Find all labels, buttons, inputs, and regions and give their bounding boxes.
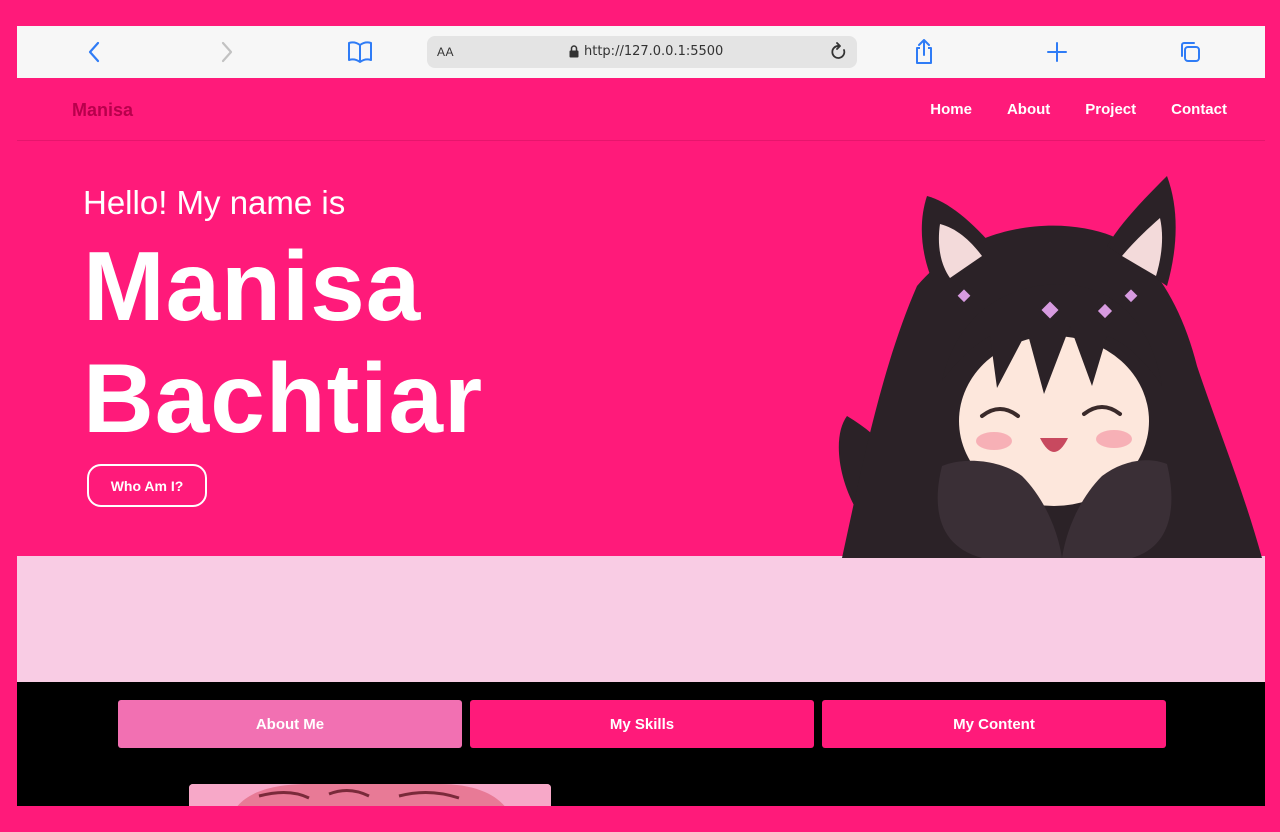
share-icon[interactable] — [910, 38, 938, 66]
plus-icon[interactable] — [1043, 38, 1071, 66]
url-display[interactable]: http://127.0.0.1:5500 — [569, 44, 723, 59]
chevron-right-icon[interactable] — [213, 38, 241, 66]
dark-section: About Me My Skills My Content — [17, 682, 1265, 806]
tab-my-skills[interactable]: My Skills — [470, 700, 814, 748]
tab-about-me[interactable]: About Me — [118, 700, 462, 748]
reload-icon[interactable] — [827, 40, 851, 64]
site-brand[interactable]: Manisa — [72, 100, 133, 121]
hero-first-name: Manisa — [83, 231, 422, 341]
who-am-i-button[interactable]: Who Am I? — [87, 464, 207, 507]
chevron-left-icon[interactable] — [80, 38, 108, 66]
hero-greeting: Hello! My name is — [83, 184, 346, 221]
tab-my-content[interactable]: My Content — [822, 700, 1166, 748]
browser-window: AA http://127.0.0.1:5500 Manisa Home Abo… — [17, 26, 1265, 806]
nav-links: Home About Project Contact — [930, 101, 1227, 118]
lock-icon — [569, 45, 579, 58]
anime-catgirl-illustration — [838, 176, 1262, 559]
hero-last-name: Bachtiar — [83, 343, 484, 453]
profile-image — [189, 784, 551, 806]
url-text: http://127.0.0.1:5500 — [584, 44, 724, 59]
hero-name: Manisa Bachtiar — [83, 230, 483, 454]
nav-link-home[interactable]: Home — [930, 101, 972, 118]
nav-link-about[interactable]: About — [1007, 101, 1050, 118]
profile-image-card — [189, 784, 551, 806]
book-icon[interactable] — [346, 38, 374, 66]
section-tabs: About Me My Skills My Content — [118, 700, 1166, 748]
reader-aa-button[interactable]: AA — [437, 45, 454, 59]
browser-toolbar: AA http://127.0.0.1:5500 — [17, 26, 1265, 78]
nav-link-contact[interactable]: Contact — [1171, 101, 1227, 118]
address-bar[interactable]: AA http://127.0.0.1:5500 — [427, 36, 857, 68]
site-navbar: Manisa Home About Project Contact — [17, 78, 1265, 141]
nav-link-project[interactable]: Project — [1085, 101, 1136, 118]
tabs-icon[interactable] — [1176, 38, 1204, 66]
